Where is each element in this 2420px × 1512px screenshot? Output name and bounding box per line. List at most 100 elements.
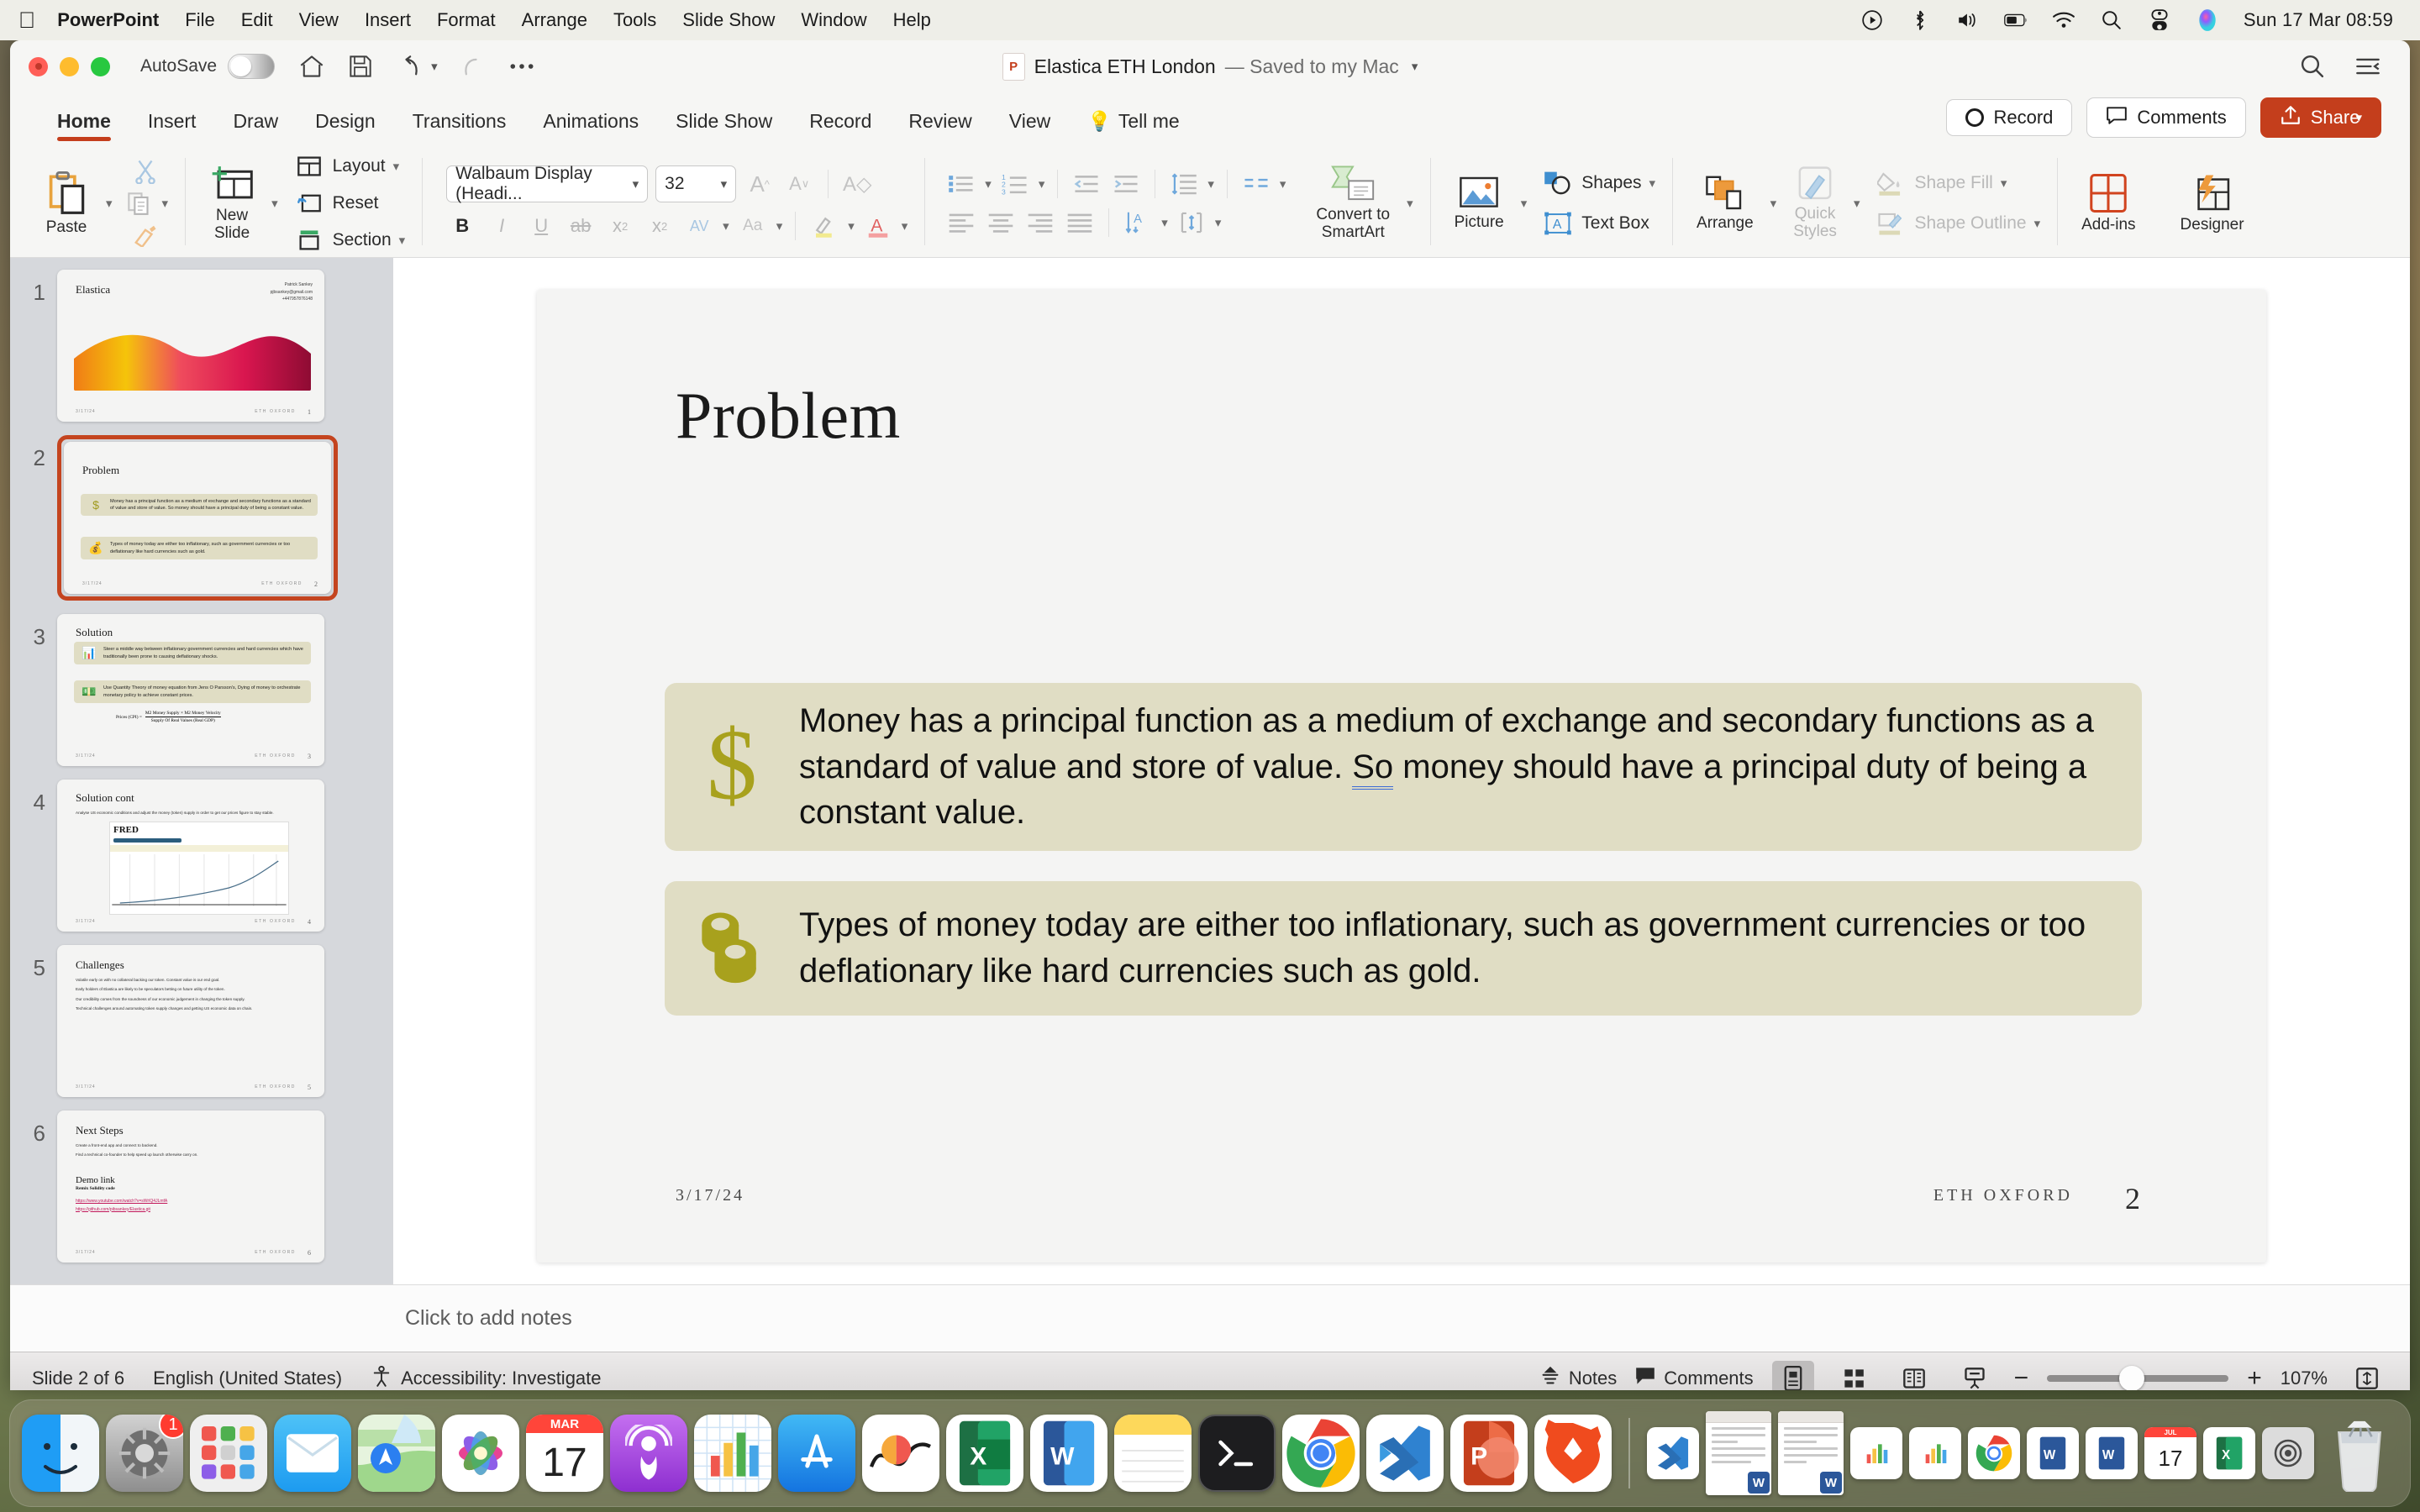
shape-fill-chevron-down-icon[interactable]: ▾ <box>2001 176 2007 191</box>
vscode-icon[interactable] <box>1366 1415 1444 1492</box>
slide-content-box-2[interactable]: Types of money today are either too infl… <box>665 881 2142 1016</box>
font-name-input[interactable]: Walbaum Display (Headi... ▾ <box>446 164 649 203</box>
close-button[interactable] <box>29 56 48 76</box>
trash-icon[interactable] <box>2321 1415 2398 1493</box>
thumbnail-wrapper-5[interactable]: Challenges Volatile early on with no col… <box>57 945 324 1097</box>
thumbnail-row-3[interactable]: 3 Solution 📊 Steer a middle way between … <box>10 614 393 766</box>
redo-icon[interactable] <box>460 53 487 80</box>
menu-insert[interactable]: Insert <box>365 9 411 31</box>
shapes-chevron-down-icon[interactable]: ▾ <box>1649 176 1656 191</box>
align-text-icon[interactable] <box>1176 207 1207 238</box>
tab-slide-show[interactable]: Slide Show <box>657 110 791 144</box>
siri-icon[interactable] <box>2196 8 2219 32</box>
menu-view[interactable]: View <box>299 9 339 31</box>
italic-button[interactable]: I <box>486 211 518 241</box>
tab-review[interactable]: Review <box>890 110 990 144</box>
photos-icon[interactable] <box>442 1415 519 1492</box>
thumbnail-wrapper-4[interactable]: Solution cont Analyse US economic condit… <box>57 780 324 932</box>
slide-sorter-icon[interactable] <box>1833 1361 1875 1391</box>
convert-to-smartart-button[interactable]: Convert to SmartArt <box>1309 161 1397 244</box>
mail-icon[interactable] <box>274 1415 351 1492</box>
menu-file[interactable]: File <box>185 9 214 31</box>
bullets-chevron-down-icon[interactable]: ▾ <box>985 176 992 192</box>
font-size-input[interactable]: 32 ▾ <box>655 165 737 202</box>
control-center-icon[interactable] <box>2148 8 2171 32</box>
home-icon[interactable] <box>298 53 325 80</box>
arrange-button[interactable]: Arrange <box>1690 171 1760 236</box>
thumb-links-6[interactable]: https://www.youtube.com/watch?v=sWrIQ4JL… <box>76 1198 167 1214</box>
text-box-button[interactable]: A Text Box <box>1542 208 1649 239</box>
bold-button[interactable]: B <box>446 211 478 241</box>
notes-icon[interactable] <box>1114 1415 1192 1492</box>
underline-button[interactable]: U <box>525 211 557 241</box>
excel-icon[interactable]: X <box>946 1415 1023 1492</box>
fit-to-window-icon[interactable] <box>2346 1361 2388 1391</box>
subscript-button[interactable]: x2 <box>644 211 676 241</box>
word-window-minimized[interactable]: W <box>1778 1411 1844 1495</box>
demo-link[interactable]: https://www.youtube.com/watch?v=sWrIQ4JL… <box>76 1198 167 1206</box>
slide-count-status[interactable]: Slide 2 of 6 <box>32 1368 124 1389</box>
box1-grammar-flagged-word[interactable]: So <box>1352 748 1394 790</box>
columns-chevron-down-icon[interactable]: ▾ <box>1280 176 1286 192</box>
new-slide-button[interactable]: New Slide <box>203 160 261 245</box>
menu-powerpoint[interactable]: PowerPoint <box>57 9 159 31</box>
more-options-icon[interactable] <box>508 53 535 80</box>
clear-formatting-icon[interactable]: A◇ <box>841 169 873 199</box>
section-chevron-down-icon[interactable]: ▾ <box>399 233 406 248</box>
align-right-icon[interactable] <box>1024 207 1056 238</box>
repo-link[interactable]: https://github.com/pibsankey/Elastica.gi… <box>76 1206 167 1215</box>
numbering-chevron-down-icon[interactable]: ▾ <box>1039 176 1045 192</box>
tab-animations[interactable]: Animations <box>524 110 657 144</box>
current-slide[interactable]: Problem $ Money has a principal function… <box>537 290 2266 1263</box>
thumbnail-wrapper-6[interactable]: Next Steps Create a front-end app and co… <box>57 1110 324 1263</box>
shape-outline-button[interactable]: Shape Outline ▾ <box>1875 208 2040 239</box>
calendar-icon[interactable]: MAR 17 <box>526 1415 603 1492</box>
character-spacing-icon[interactable]: AV <box>683 211 715 241</box>
text-direction-icon[interactable]: A <box>1122 207 1154 238</box>
comments-button[interactable]: Comments <box>2086 97 2246 138</box>
powerpoint-icon[interactable]: P <box>1450 1415 1528 1492</box>
spotlight-search-icon[interactable] <box>2100 8 2123 32</box>
line-spacing-chevron-down-icon[interactable]: ▾ <box>1207 176 1214 192</box>
zoom-out-button[interactable]: − <box>2014 1364 2029 1391</box>
numbers-icon[interactable] <box>694 1415 771 1492</box>
minimize-button[interactable] <box>60 56 79 76</box>
align-left-icon[interactable] <box>945 207 977 238</box>
maps-icon[interactable] <box>358 1415 435 1492</box>
add-ins-button[interactable]: Add-ins <box>2075 170 2142 238</box>
bluetooth-icon[interactable] <box>1908 8 1932 32</box>
section-button[interactable]: Section ▾ <box>293 225 406 255</box>
shape-fill-button[interactable]: Shape Fill ▾ <box>1875 168 2007 198</box>
word-window-minimized[interactable]: W <box>1706 1411 1771 1495</box>
finder-icon[interactable] <box>22 1415 99 1492</box>
picture-chevron-down-icon[interactable]: ▾ <box>1521 196 1528 211</box>
preview-minimized-icon[interactable] <box>2262 1427 2314 1479</box>
title-chevron-down-icon[interactable]: ▾ <box>1412 59 1418 74</box>
thumbnail-slide-3[interactable]: Solution 📊 Steer a middle way between in… <box>57 614 324 766</box>
tab-home[interactable]: Home <box>39 110 129 144</box>
undo-dropdown-chevron-down-icon[interactable]: ▾ <box>431 59 438 74</box>
highlight-chevron-down-icon[interactable]: ▾ <box>848 218 855 234</box>
document-title[interactable]: Elastica ETH London <box>1034 55 1216 78</box>
menu-edit[interactable]: Edit <box>241 9 273 31</box>
normal-view-icon[interactable] <box>1771 1360 1814 1390</box>
maximize-button[interactable] <box>91 56 110 76</box>
paste-chevron-down-icon[interactable]: ▾ <box>106 196 113 211</box>
thumbnail-row-1[interactable]: 1 Elastica Patrick Sankey pjbsankey@gmai… <box>10 270 393 422</box>
thumbnail-wrapper-2-selected[interactable]: Problem $ Money has a principal function… <box>57 435 338 601</box>
menu-format[interactable]: Format <box>437 9 496 31</box>
thumbnail-slide-1[interactable]: Elastica Patrick Sankey pjbsankey@gmail.… <box>57 270 324 422</box>
shrink-font-icon[interactable]: A ∨ <box>783 169 815 199</box>
thumbnail-slide-4[interactable]: Solution cont Analyse US economic condit… <box>57 780 324 932</box>
podcasts-icon[interactable] <box>610 1415 687 1492</box>
menu-arrange[interactable]: Arrange <box>522 9 587 31</box>
align-center-icon[interactable] <box>985 207 1017 238</box>
ribbon-display-icon[interactable] <box>2354 53 2381 80</box>
tab-tell-me[interactable]: 💡 Tell me <box>1069 110 1198 144</box>
chrome-icon[interactable] <box>1282 1415 1360 1492</box>
zoom-slider[interactable] <box>2047 1365 2229 1390</box>
layout-chevron-down-icon[interactable]: ▾ <box>393 159 400 174</box>
copy-icon[interactable] <box>123 188 155 218</box>
text-highlight-icon[interactable] <box>808 211 840 241</box>
save-icon[interactable] <box>347 53 374 80</box>
